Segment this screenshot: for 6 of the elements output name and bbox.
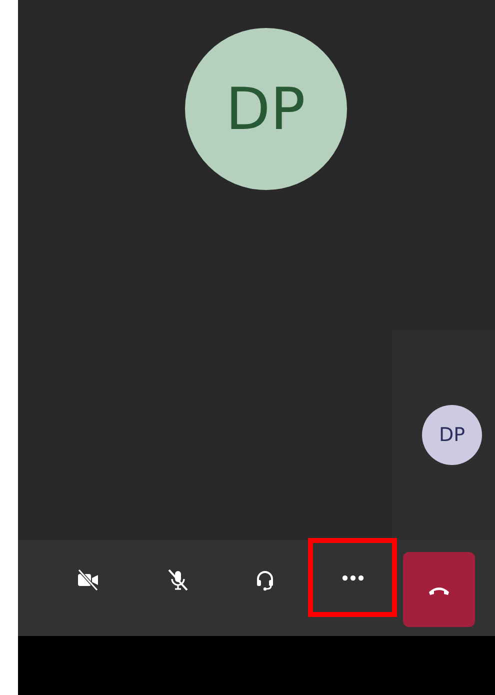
more-icon [342,574,364,580]
participant-avatar: DP [184,28,346,190]
video-off-icon [76,568,100,592]
mic-off-icon [166,568,190,592]
self-avatar: DP [422,405,482,465]
more-button[interactable] [308,538,397,617]
